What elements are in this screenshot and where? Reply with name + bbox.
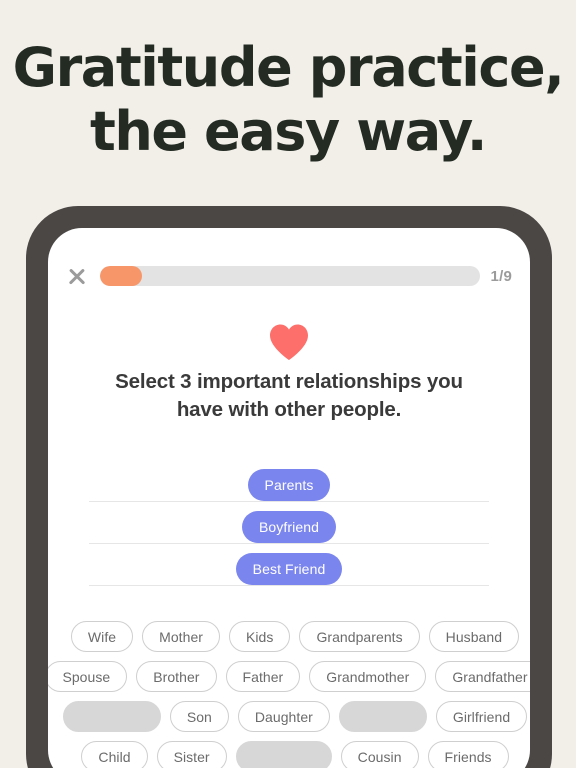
heart-icon	[48, 323, 530, 361]
chip-option[interactable]: Girlfriend	[435, 701, 528, 732]
chip-row: Wife Mother Kids Grandparents Husband	[60, 621, 530, 652]
selected-slots: Parents Boyfriend Best Friend	[89, 460, 489, 586]
chip-placeholder	[235, 741, 332, 768]
chip-option[interactable]: Sister	[156, 741, 227, 768]
chip-option[interactable]: Son	[169, 701, 229, 732]
chip-option[interactable]: Grandfather	[435, 661, 530, 692]
onboarding-topbar: 1/9	[48, 262, 530, 290]
selected-slot: Boyfriend	[89, 502, 489, 544]
chip-pool: Wife Mother Kids Grandparents Husband Spouse B…	[48, 621, 530, 768]
selected-chip[interactable]: Parents	[247, 468, 331, 501]
phone-mockup-frame: 1/9 Select 3 important relationships you…	[26, 206, 552, 768]
chip-option[interactable]: Brother	[136, 661, 217, 692]
prompt-text: Select 3 important relationships you hav…	[115, 370, 463, 421]
close-icon[interactable]	[66, 265, 88, 287]
chip-option[interactable]: Daughter	[237, 701, 330, 732]
chip-option[interactable]: Child	[81, 741, 148, 768]
chip-row: Spouse Brother Father Grandmother Grandfathe…	[48, 661, 530, 692]
chip-option[interactable]: Kids	[229, 621, 291, 652]
screenshot-root: Gratitude practice, the easy way. 1/9 Se…	[0, 0, 576, 768]
chip-option[interactable]: Husband	[428, 621, 520, 652]
chip-row: Child Sister Cousin Friends	[60, 741, 530, 768]
chip-option[interactable]: Wife	[70, 621, 134, 652]
chip-option[interactable]: Mother	[142, 621, 220, 652]
selected-chip[interactable]: Best Friend	[235, 552, 343, 585]
chip-option[interactable]: Father	[225, 661, 301, 692]
progress-bar	[100, 266, 480, 286]
chip-placeholder	[62, 701, 161, 732]
chip-row: Son Daughter Girlfriend	[60, 701, 530, 732]
selected-slot: Best Friend	[89, 544, 489, 586]
chip-option[interactable]: Cousin	[340, 741, 419, 768]
chip-option[interactable]: Friends	[427, 741, 509, 768]
selected-slot: Parents	[89, 460, 489, 502]
phone-screen: 1/9 Select 3 important relationships you…	[48, 228, 530, 768]
headline-line-1: Gratitude practice,	[12, 36, 565, 99]
chip-option[interactable]: Spouse	[48, 661, 128, 692]
progress-bar-fill	[100, 266, 142, 286]
page-title: Gratitude practice, the easy way.	[0, 36, 576, 164]
chip-option[interactable]: Grandmother	[309, 661, 427, 692]
step-counter: 1/9	[490, 267, 512, 285]
headline-line-2: the easy way.	[89, 100, 488, 163]
selected-chip[interactable]: Boyfriend	[241, 510, 337, 543]
chip-option[interactable]: Grandparents	[299, 621, 420, 652]
chip-placeholder	[338, 701, 427, 732]
